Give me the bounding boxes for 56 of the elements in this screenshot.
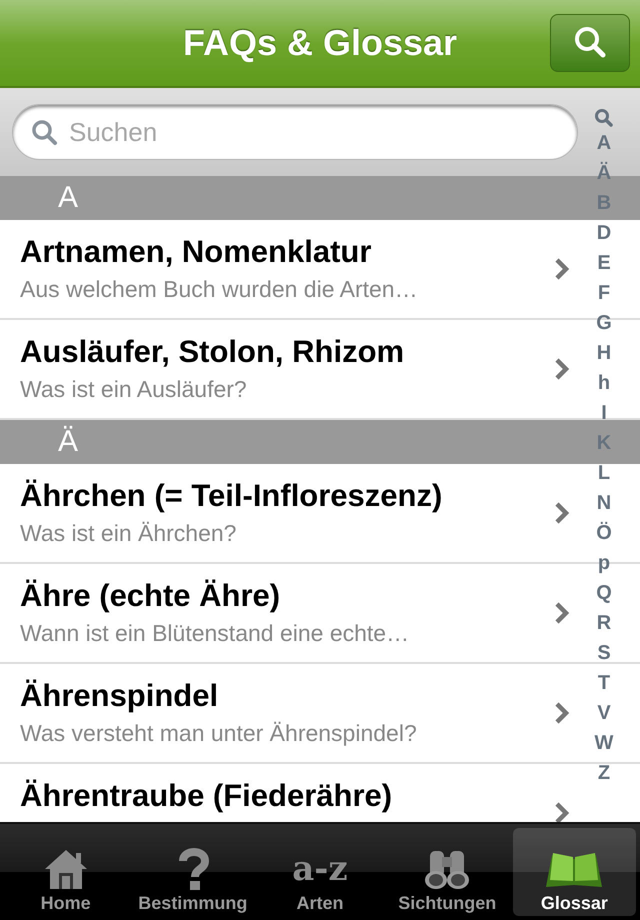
section-letter: Ä <box>58 425 78 459</box>
index-letter[interactable]: S <box>597 638 611 668</box>
index-letter[interactable]: W <box>594 728 614 758</box>
index-letter[interactable]: Ä <box>596 158 612 188</box>
index-letter[interactable]: H <box>596 338 612 368</box>
list-row[interactable]: Ähre (echte Ähre) Wann ist ein Blütenstand eine echte… <box>0 564 578 662</box>
chevron-icon <box>554 257 570 281</box>
list-row[interactable]: Ährchen (= Teil-Infloreszenz) Was ist ein Ährchen? <box>0 464 578 562</box>
index-letter[interactable]: N <box>596 488 612 518</box>
index-letter[interactable]: G <box>596 308 612 338</box>
search-field[interactable]: Suchen <box>12 104 578 160</box>
section-letter: A <box>58 181 78 215</box>
tab[interactable]: Bestimmung <box>131 828 254 916</box>
chevron-icon <box>554 701 570 725</box>
index-letter[interactable]: A <box>596 128 612 158</box>
list-row[interactable]: Artnamen, Nomenklatur Aus welchem Buch wurden die Arten… <box>0 220 578 318</box>
index-letter[interactable]: Z <box>598 758 610 788</box>
search-icon <box>30 118 58 146</box>
row-title: Ausläufer, Stolon, Rhizom <box>20 334 406 370</box>
tab[interactable]: Glossar <box>512 828 636 916</box>
index-letter[interactable]: T <box>598 668 610 698</box>
row-title: Artnamen, Nomenklatur <box>20 234 372 270</box>
chevron-icon <box>554 801 570 822</box>
chevron-icon <box>554 357 570 381</box>
index-letter[interactable]: R <box>596 608 612 638</box>
tab[interactable]: a-z Arten <box>258 828 382 916</box>
chevron-icon <box>554 501 570 525</box>
row-subtitle: Aus welchem Buch wurden die Arten… <box>20 276 419 303</box>
search-button[interactable] <box>550 14 630 72</box>
list-row[interactable]: Ausläufer, Stolon, Rhizom Was ist ein Ausläufer? <box>0 320 578 418</box>
index-letter[interactable]: Ö <box>596 518 612 548</box>
index-letter[interactable]: Q <box>596 578 612 608</box>
row-title: Ährenspindel <box>20 678 220 714</box>
a-z-icon: a-z <box>292 847 348 891</box>
index-letter[interactable]: D <box>596 218 612 248</box>
row-subtitle: Was ist ein Ausläufer? <box>20 376 248 403</box>
index-letter[interactable]: I <box>601 398 607 428</box>
chevron-icon <box>554 601 570 625</box>
row-title: Ährchen (= Teil-Infloreszenz) <box>20 478 444 514</box>
search-icon[interactable] <box>594 108 614 128</box>
index-letter[interactable]: L <box>598 458 610 488</box>
row-title: Ähre (echte Ähre) <box>20 578 282 614</box>
index-letter[interactable]: F <box>598 278 610 308</box>
index-letter[interactable]: p <box>598 548 610 578</box>
list-row[interactable]: Ährentraube (Fiederähre) <box>0 764 578 822</box>
nav-title: FAQs & Glossar <box>182 22 458 64</box>
list-row[interactable]: Ährenspindel Was versteht man unter Ährenspindel? <box>0 664 578 762</box>
tab[interactable]: Home <box>4 828 128 916</box>
row-subtitle: Wann ist ein Blütenstand eine echte… <box>20 620 410 647</box>
row-title: Ährentraube (Fiederähre) <box>20 778 394 814</box>
row-subtitle: Was ist ein Ährchen? <box>20 520 238 547</box>
index-letter[interactable]: V <box>597 698 611 728</box>
index-letter[interactable]: E <box>597 248 611 278</box>
tab[interactable]: Sichtungen <box>386 828 509 916</box>
row-subtitle: Was versteht man unter Ährenspindel? <box>20 720 418 747</box>
index-letter[interactable]: h <box>598 368 610 398</box>
